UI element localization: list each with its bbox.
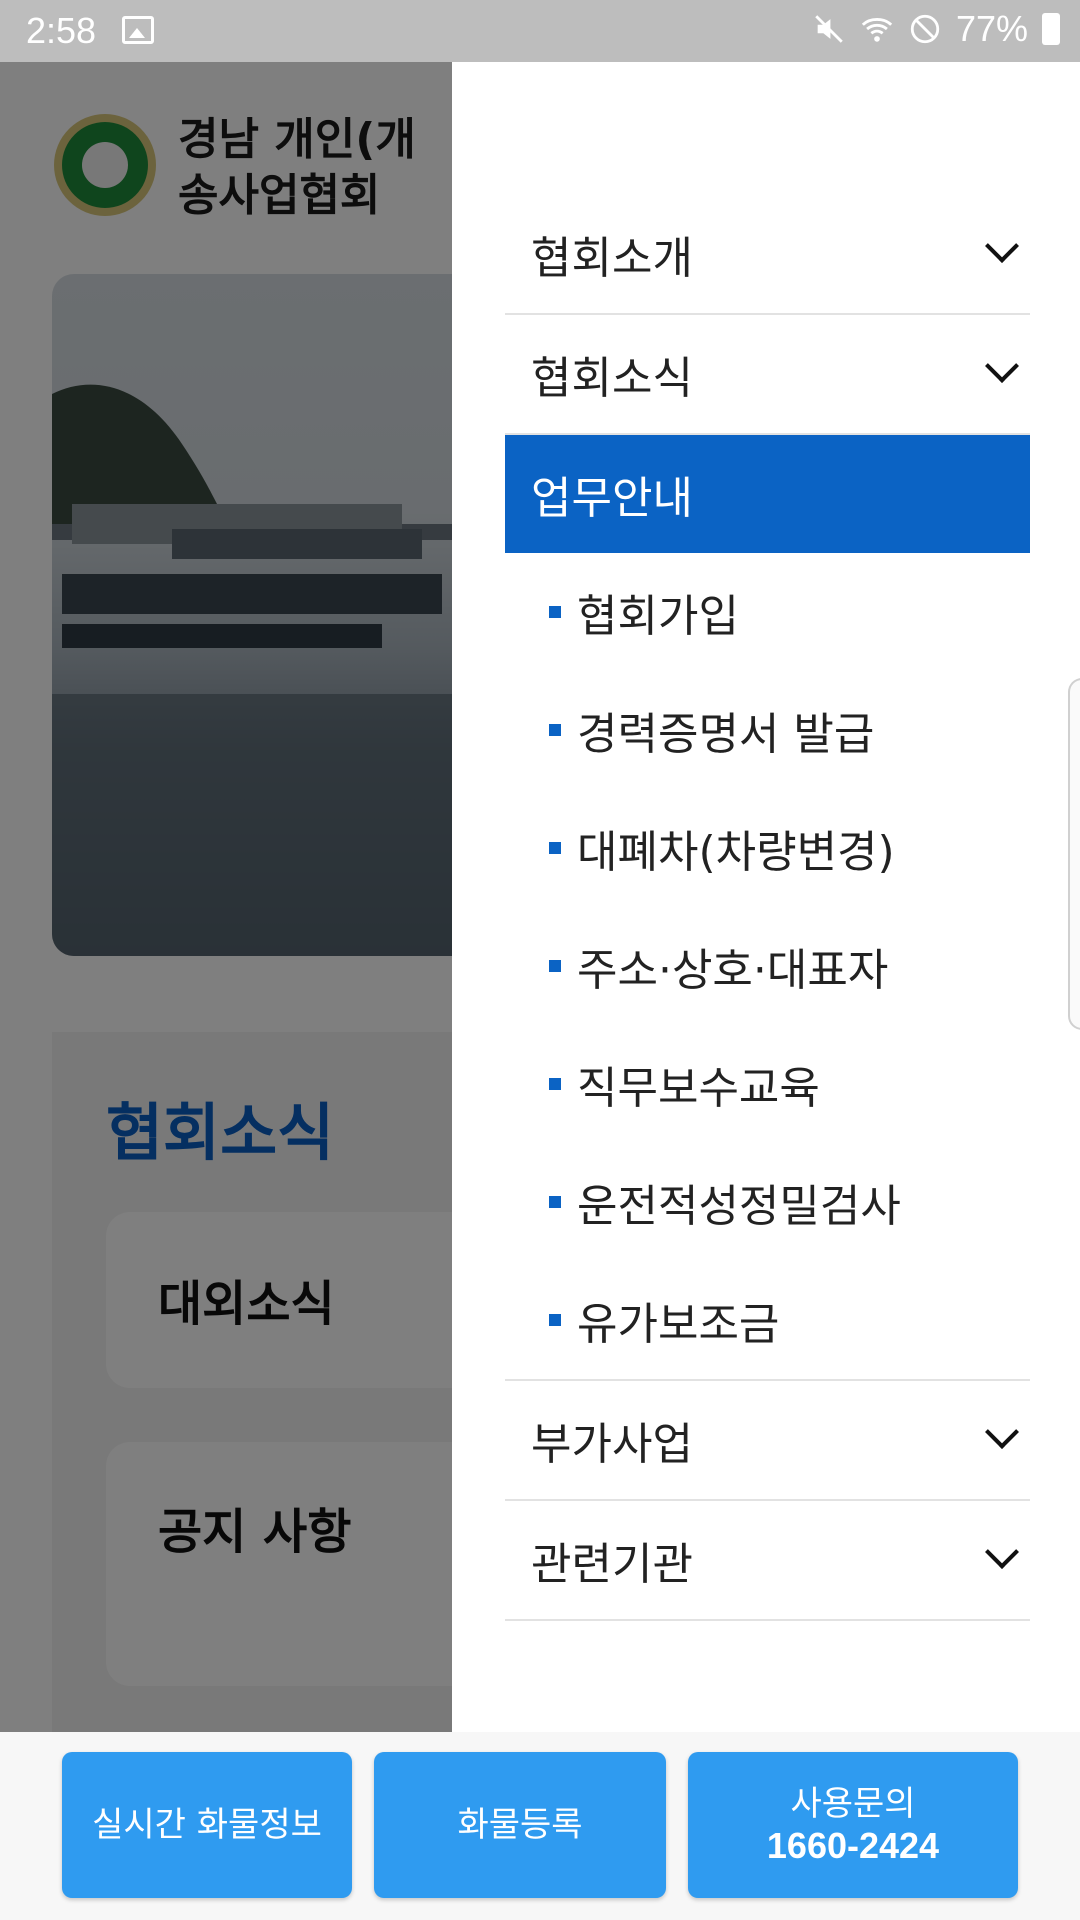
menu-item-news[interactable]: 협회소식	[505, 315, 1030, 435]
menu-item-label: 협회소식	[531, 353, 693, 404]
inquiry-call-button[interactable]: 사용문의 1660-2424	[688, 1752, 1018, 1898]
submenu-item-aptitude-test[interactable]: 운전적성정밀검사	[505, 1143, 1030, 1261]
submenu-item-label: 대폐차(차량변경)	[577, 827, 895, 878]
menu-item-label: 부가사업	[531, 1419, 693, 1470]
edge-panel-handle[interactable]	[1068, 678, 1080, 1030]
submenu-item-label: 경력증명서 발급	[577, 709, 875, 760]
chevron-down-icon	[984, 1414, 1018, 1448]
drawer-menu: 협회소개 협회소식 업무안내 협회가입 경력증명서 발급 대폐차(차량변경) 주…	[505, 195, 1030, 1621]
bullet-icon	[549, 1196, 561, 1208]
chevron-down-icon	[984, 228, 1018, 262]
mute-icon	[815, 15, 843, 43]
inquiry-phone-number: 1660-2424	[766, 1825, 940, 1866]
bullet-icon	[549, 606, 561, 618]
button-label: 화물등록	[457, 1805, 583, 1845]
submenu-item-career-certificate[interactable]: 경력증명서 발급	[505, 671, 1030, 789]
submenu-item-fuel-subsidy[interactable]: 유가보조금	[505, 1261, 1030, 1379]
menu-item-label: 관련기관	[531, 1539, 693, 1590]
chevron-down-icon	[984, 348, 1018, 382]
submenu-item-label: 협회가입	[577, 591, 739, 642]
submenu-item-vehicle-change[interactable]: 대폐차(차량변경)	[505, 789, 1030, 907]
menu-item-services[interactable]: 업무안내	[505, 435, 1030, 553]
submenu-item-label: 운전적성정밀검사	[577, 1181, 901, 1232]
bullet-icon	[549, 724, 561, 736]
menu-item-label: 업무안내	[531, 473, 693, 524]
submenu-item-label: 직무보수교육	[577, 1063, 820, 1114]
battery-icon	[1042, 13, 1060, 45]
wifi-icon	[861, 18, 893, 42]
battery-percent: 77%	[955, 8, 1028, 49]
cargo-register-button[interactable]: 화물등록	[374, 1752, 666, 1898]
status-bar: 2:58 77%	[0, 0, 1080, 62]
menu-item-label: 협회소개	[531, 233, 693, 284]
menu-item-related-agencies[interactable]: 관련기관	[505, 1501, 1030, 1621]
bullet-icon	[549, 1314, 561, 1326]
services-submenu: 협회가입 경력증명서 발급 대폐차(차량변경) 주소·상호·대표자 직무보수교육…	[505, 553, 1030, 1381]
dnd-icon	[910, 14, 940, 44]
submenu-item-label: 유가보조금	[577, 1299, 780, 1350]
image-icon	[122, 16, 154, 44]
submenu-item-training[interactable]: 직무보수교육	[505, 1025, 1030, 1143]
realtime-cargo-button[interactable]: 실시간 화물정보	[62, 1752, 352, 1898]
bullet-icon	[549, 960, 561, 972]
button-label: 사용문의	[790, 1784, 916, 1824]
menu-item-about[interactable]: 협회소개	[505, 195, 1030, 315]
button-label: 실시간 화물정보	[92, 1805, 322, 1845]
status-icons: 77%	[812, 8, 1060, 50]
status-time: 2:58	[26, 10, 97, 51]
chevron-down-icon	[984, 1534, 1018, 1568]
submenu-item-membership[interactable]: 협회가입	[505, 553, 1030, 671]
submenu-item-address-change[interactable]: 주소·상호·대표자	[505, 907, 1030, 1025]
submenu-item-label: 주소·상호·대표자	[577, 945, 889, 996]
menu-item-side-business[interactable]: 부가사업	[505, 1381, 1030, 1501]
bullet-icon	[549, 1078, 561, 1090]
bullet-icon	[549, 842, 561, 854]
